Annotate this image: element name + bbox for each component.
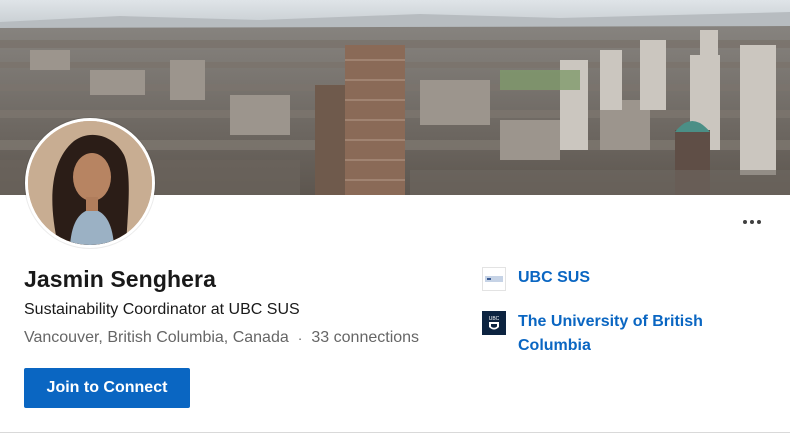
profile-name: Jasmin Senghera bbox=[24, 266, 216, 292]
profile-connections: 33 connections bbox=[311, 329, 420, 346]
profile-headline: Sustainability Coordinator at UBC SUS bbox=[24, 301, 300, 318]
profile-location: Vancouver, British Columbia, Canada bbox=[24, 329, 289, 346]
experience-item-ubc-sus: UBC SUS bbox=[482, 266, 590, 291]
experience-link-ubc-sus[interactable]: UBC SUS bbox=[518, 266, 590, 290]
ubc-sus-logo-icon bbox=[482, 267, 506, 291]
ellipsis-icon bbox=[757, 220, 761, 224]
education-item-ubc: UBC The University of British Columbia bbox=[482, 310, 732, 358]
ubc-crest-logo-icon: UBC bbox=[482, 311, 506, 335]
join-to-connect-button[interactable]: Join to Connect bbox=[24, 368, 190, 408]
meta-separator: · bbox=[297, 330, 303, 346]
education-link-ubc[interactable]: The University of British Columbia bbox=[518, 310, 732, 358]
profile-card: Jasmin Senghera Sustainability Coordinat… bbox=[0, 0, 790, 433]
more-options-button[interactable] bbox=[738, 212, 766, 232]
profile-avatar bbox=[25, 118, 155, 248]
profile-meta: Vancouver, British Columbia, Canada · 33… bbox=[24, 329, 419, 347]
ubc-crest-logo-text: UBC bbox=[489, 316, 500, 322]
ellipsis-icon bbox=[743, 220, 747, 224]
ellipsis-icon bbox=[750, 220, 754, 224]
